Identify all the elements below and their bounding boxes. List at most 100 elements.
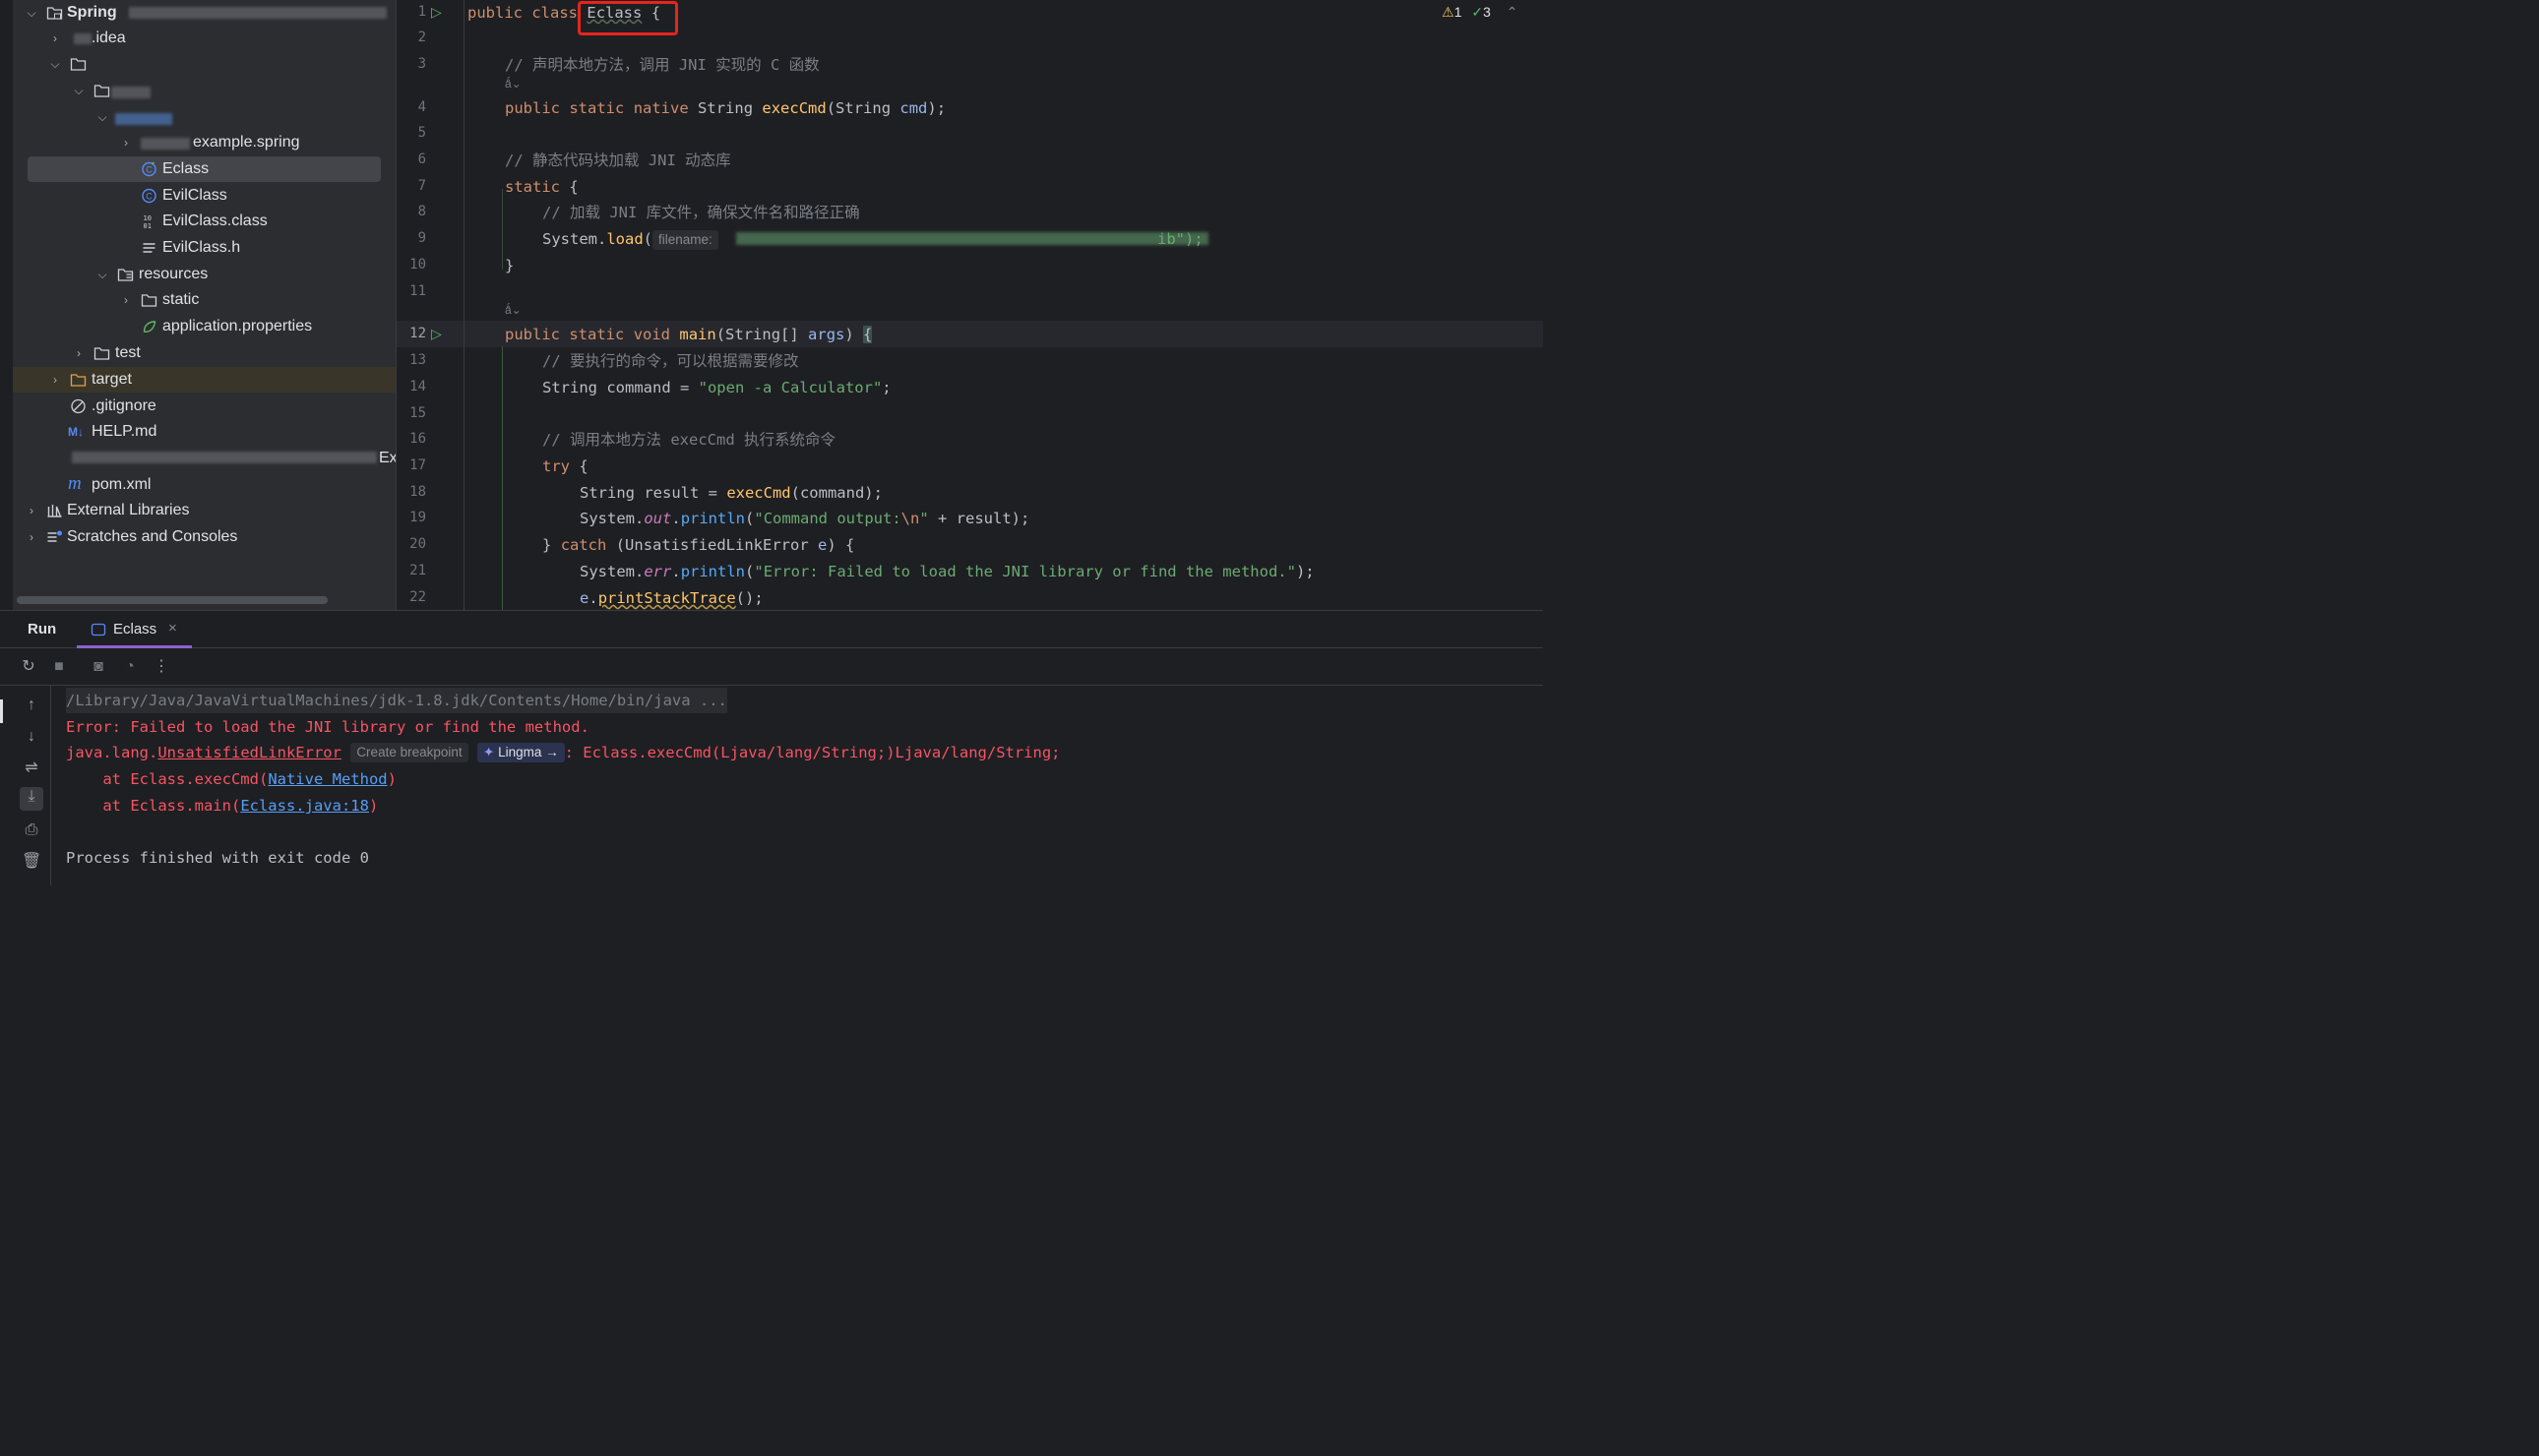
code-editor[interactable]: 1 2 3 4 5 6 7 8 9 10 11 12 13 14 15 16 17 18 19 20 21 22 ▷ ▷ … bbox=[396, 0, 1543, 610]
warning-icon: ⚠ bbox=[1442, 4, 1455, 20]
tree-item-label: .gitignore bbox=[92, 397, 156, 414]
tree-item-redacted-file[interactable]: Ex bbox=[13, 446, 396, 471]
chevron-right-icon[interactable]: › bbox=[119, 130, 133, 155]
tree-item-idea[interactable]: › .idea bbox=[13, 26, 396, 51]
tree-item-main[interactable]: ⌵ bbox=[13, 78, 396, 103]
code-line-6: // 静态代码块加载 JNI 动态库 bbox=[505, 152, 731, 169]
line-number: 16 bbox=[409, 431, 426, 447]
line-number: 12 bbox=[409, 326, 426, 341]
redacted-label bbox=[111, 87, 151, 98]
trash-icon[interactable]: 🗑 bbox=[22, 852, 41, 872]
more-options-icon[interactable]: ⋮ bbox=[152, 657, 171, 677]
run-panel-title: Run bbox=[28, 621, 57, 637]
line-number: 1 bbox=[417, 4, 426, 20]
line-number: 2 bbox=[417, 30, 426, 45]
tree-item-evilclass-h[interactable]: EvilClass.h bbox=[13, 235, 396, 261]
ignore-file-icon bbox=[71, 398, 86, 414]
print-icon[interactable]: ⎙ bbox=[22, 820, 41, 840]
tree-item-src[interactable]: ⌵ bbox=[13, 51, 396, 77]
run-main-icon[interactable]: ▷ bbox=[431, 326, 442, 342]
chevron-right-icon[interactable]: › bbox=[119, 287, 133, 313]
run-class-icon[interactable]: ▷ bbox=[431, 4, 442, 21]
horizontal-scrollbar[interactable] bbox=[17, 596, 328, 604]
tree-item-target[interactable]: › target bbox=[13, 367, 396, 393]
run-tab-label: Eclass bbox=[113, 621, 157, 637]
java-class-icon: C bbox=[142, 188, 156, 204]
chevron-right-icon[interactable]: › bbox=[48, 367, 62, 393]
tree-item-application-properties[interactable]: application.properties bbox=[13, 314, 396, 339]
close-icon[interactable]: × bbox=[168, 620, 177, 637]
tree-item-label: Scratches and Consoles bbox=[67, 528, 238, 545]
line-number: 3 bbox=[417, 56, 426, 72]
rerun-icon[interactable]: ↻ bbox=[19, 657, 38, 677]
tree-item-help-md[interactable]: M↓ HELP.md bbox=[13, 419, 396, 445]
redacted-label bbox=[72, 452, 377, 463]
chevron-down-icon[interactable]: ⌵ bbox=[72, 78, 86, 103]
chevron-down-icon[interactable]: ⌵ bbox=[95, 104, 109, 130]
chevron-down-icon[interactable]: ⌵ bbox=[95, 262, 109, 287]
chevron-right-icon[interactable]: › bbox=[48, 26, 62, 51]
folder-icon bbox=[70, 58, 87, 71]
lingma-button[interactable]: ✦ Lingma → bbox=[476, 743, 565, 762]
check-icon: ✓ bbox=[1471, 4, 1483, 20]
chevron-right-icon[interactable]: › bbox=[25, 498, 38, 523]
code-line-22: e.printStackTrace(); bbox=[580, 589, 764, 607]
line-number: 17 bbox=[409, 457, 426, 473]
code-line-12: public static void main(String[] args) { bbox=[505, 326, 873, 343]
maven-icon: m bbox=[68, 473, 82, 494]
tree-root-spring[interactable]: ⌵ Spring bbox=[13, 0, 396, 26]
code-line-14: String command = "open -a Calculator"; bbox=[542, 379, 892, 396]
scratches-icon bbox=[47, 530, 62, 542]
tree-item-label: example.spring bbox=[193, 134, 300, 151]
create-breakpoint-button[interactable]: Create breakpoint bbox=[350, 743, 468, 762]
tree-root-label: Spring bbox=[67, 4, 117, 21]
arrow-down-icon[interactable]: ↓ bbox=[22, 727, 41, 747]
profiler-icon[interactable]: ◔ bbox=[120, 657, 140, 677]
tree-item-label: Eclass bbox=[162, 160, 210, 177]
tree-item-java[interactable]: ⌵ bbox=[13, 104, 396, 130]
line-number: 4 bbox=[417, 99, 426, 115]
tree-item-external-libraries[interactable]: › External Libraries bbox=[13, 498, 396, 523]
ai-assist-icon[interactable]: ǻ⌄ bbox=[505, 77, 522, 91]
binary-file-icon: 1001 bbox=[144, 214, 152, 229]
tree-item-gitignore[interactable]: .gitignore bbox=[13, 394, 396, 419]
source-location-link[interactable]: Eclass.java:18 bbox=[240, 797, 369, 815]
run-toolbar: ↻ ■ ◙ ◔ ⋮ bbox=[0, 648, 1543, 686]
tree-item-evilclass[interactable]: C EvilClass bbox=[13, 183, 396, 209]
code-line-18: String result = execCmd(command); bbox=[580, 484, 883, 502]
code-line-7: static { bbox=[505, 178, 579, 196]
ai-assist-icon[interactable]: ǻ⌄ bbox=[505, 303, 522, 317]
tree-item-static[interactable]: › static bbox=[13, 287, 396, 313]
camera-icon[interactable]: ◙ bbox=[89, 657, 108, 677]
chevron-up-icon[interactable]: ⌃ bbox=[1507, 4, 1518, 20]
line-number: 19 bbox=[409, 510, 426, 525]
tree-item-eclass[interactable]: C Eclass bbox=[13, 156, 396, 182]
tree-item-pom-xml[interactable]: m pom.xml bbox=[13, 472, 396, 498]
soft-wrap-icon[interactable]: ⇌ bbox=[22, 758, 41, 778]
console-line-stack-1: at Eclass.execCmd(Native Method) bbox=[66, 770, 397, 788]
native-method-link[interactable]: Native Method bbox=[268, 770, 387, 788]
lingma-icon: ✦ bbox=[482, 745, 495, 759]
chevron-right-icon[interactable]: › bbox=[25, 524, 38, 550]
tree-item-test[interactable]: › test bbox=[13, 340, 396, 366]
chevron-down-icon[interactable]: ⌵ bbox=[48, 51, 62, 77]
code-line-9-tail: ib"); bbox=[1157, 230, 1204, 248]
redacted-package-prefix bbox=[141, 138, 190, 150]
tree-item-resources[interactable]: ⌵ resources bbox=[13, 262, 396, 287]
run-tab-eclass[interactable]: Eclass × bbox=[77, 611, 192, 648]
exception-link[interactable]: UnsatisfiedLinkError bbox=[157, 744, 341, 761]
tree-item-label: EvilClass.class bbox=[162, 212, 268, 229]
chevron-down-icon[interactable]: ⌵ bbox=[25, 0, 38, 26]
stop-icon[interactable]: ■ bbox=[49, 657, 69, 677]
console-side-toolbar: ↑ ↓ ⇌ ⤓ ⎙ 🗑 bbox=[0, 686, 51, 885]
line-number: 5 bbox=[417, 125, 426, 141]
tree-item-package[interactable]: › example.spring bbox=[13, 130, 396, 155]
tree-item-scratches[interactable]: › Scratches and Consoles bbox=[13, 524, 396, 550]
chevron-right-icon[interactable]: › bbox=[72, 340, 86, 366]
line-number: 14 bbox=[409, 379, 426, 394]
tree-item-evilclass-class[interactable]: 10 01 EvilClass.class bbox=[13, 209, 396, 234]
tree-item-label: resources bbox=[139, 266, 209, 282]
inspection-widget[interactable]: ⚠1 ✓3 ⌃ bbox=[1442, 4, 1517, 21]
arrow-up-icon[interactable]: ↑ bbox=[22, 696, 41, 715]
scroll-to-end-icon[interactable]: ⤓ bbox=[20, 787, 43, 811]
